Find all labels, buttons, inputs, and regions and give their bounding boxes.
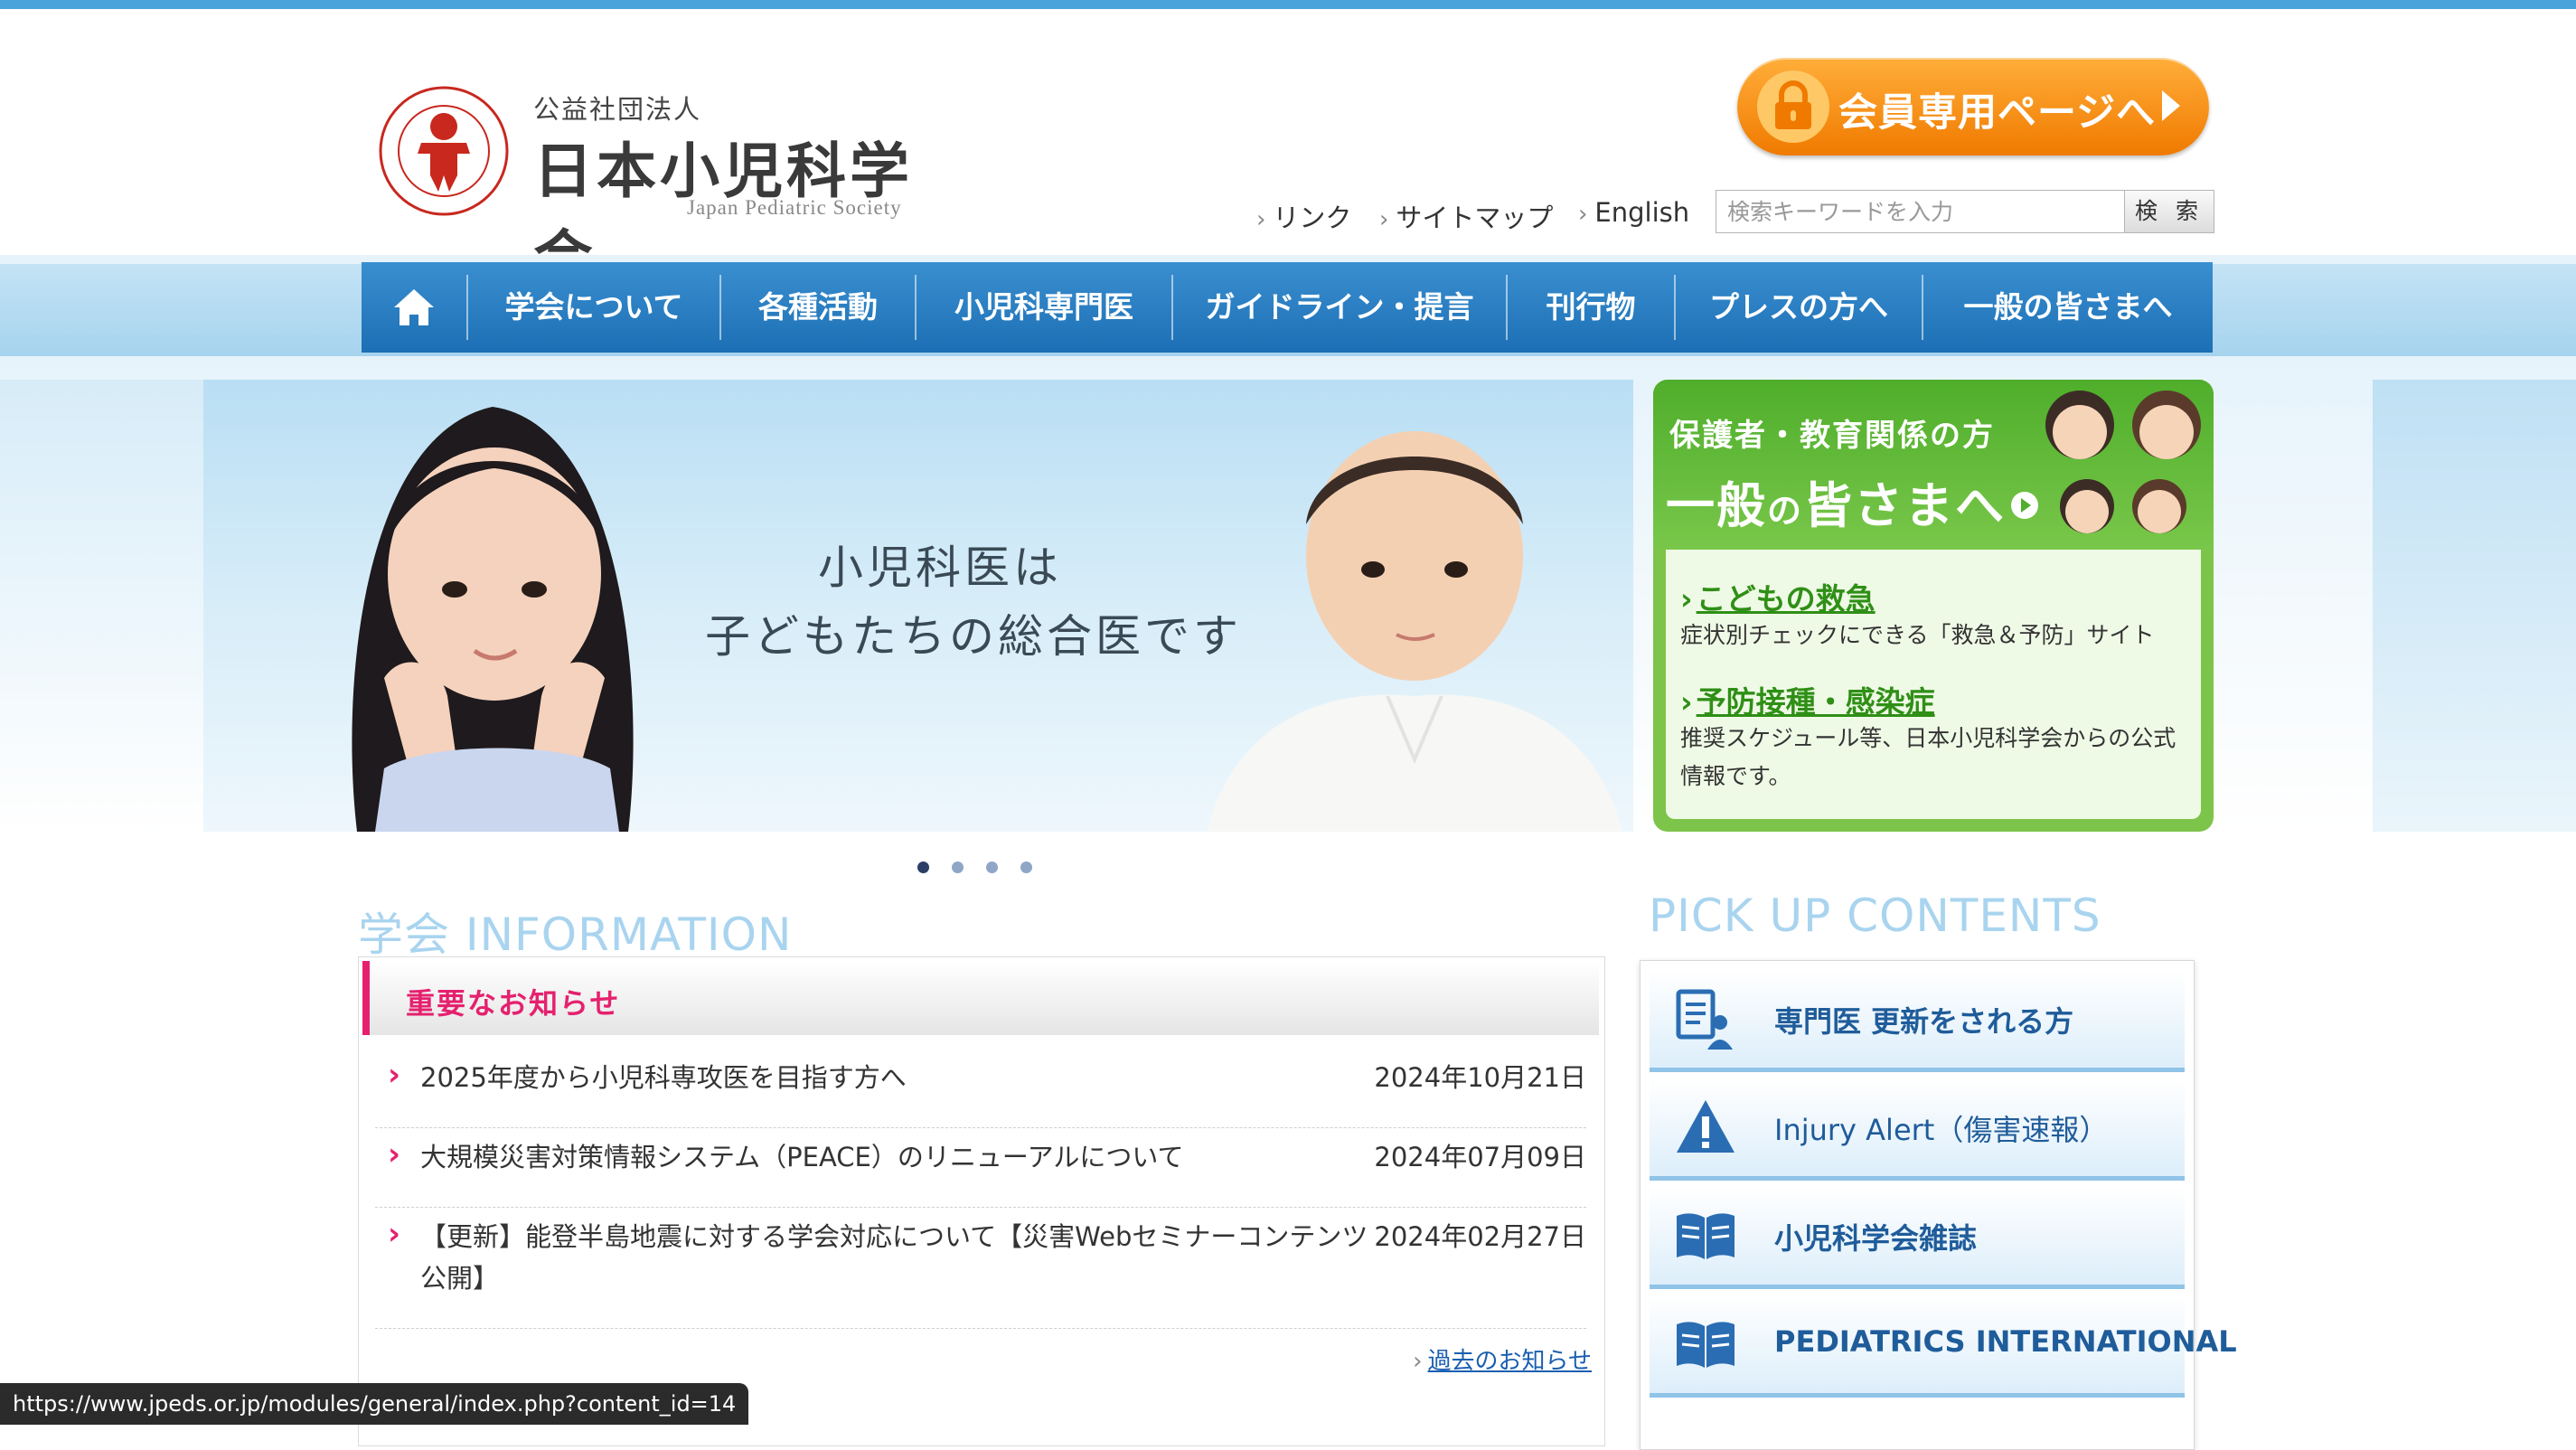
news-title[interactable]: 2025年度から小児科専攻医を目指す方へ xyxy=(420,1057,1378,1098)
chevron-right-icon: › xyxy=(388,1136,401,1172)
member-button-label: 会員専用ページへ xyxy=(1838,90,2157,136)
member-page-button[interactable]: 会員専用ページへ xyxy=(1737,58,2209,155)
chevron-right-icon: › xyxy=(1379,206,1389,233)
slider-dot-2[interactable] xyxy=(952,862,964,873)
news-date: 2024年07月09日 xyxy=(1374,1142,1586,1172)
public-info-title: 一般の皆さまへ xyxy=(1666,466,2039,537)
main-nav: 学会について 各種活動 小児科専門医 ガイドライン・提言 刊行物 プレスの方へ … xyxy=(362,262,2213,353)
top-accent-bar xyxy=(0,0,2576,9)
arrow-right-icon xyxy=(2162,90,2180,121)
pickup-heading: PICK UP CONTENTS xyxy=(1649,890,2101,942)
public-info-body: › こどもの救急 症状別チェックにできる「救急＆予防」サイト › 予防接種・感染症 … xyxy=(1666,550,2201,819)
nav-item-about[interactable]: 学会について xyxy=(468,262,719,353)
hero-message: 小児科医は 子どもたちの総合医です xyxy=(705,533,1242,671)
book-icon xyxy=(1677,1213,1735,1259)
search-button[interactable]: 検 索 xyxy=(2124,191,2214,232)
pickup-label: Injury Alert（傷害速報） xyxy=(1774,1113,2109,1147)
vaccination-desc: 推奨スケジュール等、日本小児科学会からの公式情報です。 xyxy=(1680,725,2176,789)
warning-icon xyxy=(1677,1100,1735,1153)
pickup-item-injury-alert[interactable]: Injury Alert（傷害速報） xyxy=(1650,1078,2185,1181)
slider-dot-3[interactable] xyxy=(986,862,998,873)
pickup-label: 小児科学会雑誌 xyxy=(1774,1221,1978,1256)
past-news-link[interactable]: › 過去のお知らせ xyxy=(1413,1342,1592,1376)
important-notice-bar: 重要なお知らせ xyxy=(362,961,1599,1035)
news-item: › 2025年度から小児科専攻医を目指す方へ 2024年10月21日 xyxy=(375,1057,1586,1128)
news-item: › 【更新】能登半島地震に対する学会対応について【災害Webセミナーコンテンツ公… xyxy=(375,1216,1586,1329)
document-person-icon xyxy=(1676,989,1733,1050)
book-icon xyxy=(1677,1322,1735,1368)
pickup-box: 専門医 更新をされる方 Injury Alert（傷害速報） 小児科学会雑誌 P… xyxy=(1640,960,2237,1450)
news-item: › 大規模災害対策情報システム（PEACE）のリニューアルについて 2024年0… xyxy=(375,1136,1586,1208)
news-date: 2024年10月21日 xyxy=(1374,1062,1586,1093)
nav-item-specialist[interactable]: 小児科専門医 xyxy=(917,262,1171,353)
public-info-panel: 保護者・教育関係の方 一般の皆さまへ › こどもの救急 症状別チェックにできる「救… xyxy=(1653,380,2214,832)
news-title[interactable]: 大規模災害対策情報システム（PEACE）のリニューアルについて xyxy=(420,1136,1378,1178)
hero-slider[interactable]: 小児科医は 子どもたちの総合医です xyxy=(203,380,1633,832)
chevron-right-icon: › xyxy=(1256,206,1266,233)
site-logo[interactable]: 公益社団法人 日本小児科学会 Japan Pediatric Society xyxy=(378,83,965,293)
link-vaccination[interactable]: › 予防接種・感染症 xyxy=(1680,678,1935,721)
society-seal-logo xyxy=(379,86,509,216)
browser-status-url: https://www.jpeds.or.jp/modules/general/… xyxy=(0,1383,749,1425)
hero-line-1: 小児科医は xyxy=(818,541,1062,594)
pickup-item-pediatrics-international[interactable]: PEDIATRICS INTERNATIONAL xyxy=(1650,1295,2237,1398)
org-type: 公益社団法人 xyxy=(533,94,702,125)
link-english[interactable]: › English xyxy=(1578,197,1689,228)
pickup-label: 専門医 更新をされる方 xyxy=(1774,1004,2074,1039)
nav-item-press[interactable]: プレスの方へ xyxy=(1676,262,1922,353)
nav-item-guidelines[interactable]: ガイドライン・提言 xyxy=(1173,262,1506,353)
important-notice-label: 重要なお知らせ xyxy=(406,986,621,1021)
pickup-item-specialist-renewal[interactable]: 専門医 更新をされる方 xyxy=(1650,970,2185,1072)
nav-item-activities[interactable]: 各種活動 xyxy=(721,262,915,353)
home-icon[interactable] xyxy=(362,262,466,353)
information-box: 重要なお知らせ › 2025年度から小児科専攻医を目指す方へ 2024年10月2… xyxy=(358,956,1605,1446)
link-child-emergency[interactable]: › こどもの救急 xyxy=(1680,575,1876,618)
chevron-right-icon: › xyxy=(1680,581,1693,617)
chevron-right-icon: › xyxy=(388,1216,401,1252)
news-date: 2024年02月27日 xyxy=(1374,1221,1586,1252)
hero-edge-left xyxy=(0,380,203,832)
chevron-right-icon: › xyxy=(388,1057,401,1093)
public-info-subtitle: 保護者・教育関係の方 xyxy=(1669,418,1995,454)
family-illustration xyxy=(2045,391,2201,533)
link-sitemap[interactable]: › サイトマップ xyxy=(1379,197,1553,235)
girl-photo xyxy=(352,407,634,832)
chevron-right-icon: › xyxy=(1413,1348,1423,1375)
child-emergency-desc: 症状別チェックにできる「救急＆予防」サイト xyxy=(1680,622,2155,648)
information-heading: 学会 INFORMATION xyxy=(358,909,793,961)
pickup-item-journal[interactable]: 小児科学会雑誌 xyxy=(1650,1187,2185,1289)
lock-icon xyxy=(1757,71,1829,143)
org-name-en: Japan Pediatric Society xyxy=(687,196,902,219)
nav-item-public[interactable]: 一般の皆さまへ xyxy=(1923,262,2213,353)
hero-line-2: 子どもたちの総合医です xyxy=(705,610,1242,663)
nav-item-publications[interactable]: 刊行物 xyxy=(1508,262,1674,353)
chevron-right-icon: › xyxy=(1578,201,1588,228)
chevron-right-icon: › xyxy=(1680,684,1693,720)
slider-dot-4[interactable] xyxy=(1020,862,1032,873)
search-box: 検 索 xyxy=(1716,190,2214,233)
pickup-label: PEDIATRICS INTERNATIONAL xyxy=(1774,1324,2237,1359)
boy-photo xyxy=(1207,431,1622,832)
news-title[interactable]: 【更新】能登半島地震に対する学会対応について【災害Webセミナーコンテンツ公開】 xyxy=(420,1216,1378,1299)
hero-edge-right xyxy=(2373,380,2576,832)
link-links[interactable]: › リンク xyxy=(1256,197,1351,235)
slider-dot-1[interactable] xyxy=(917,862,929,873)
search-input[interactable] xyxy=(1716,191,2123,232)
public-info-header[interactable]: 保護者・教育関係の方 一般の皆さまへ xyxy=(1653,380,2214,550)
